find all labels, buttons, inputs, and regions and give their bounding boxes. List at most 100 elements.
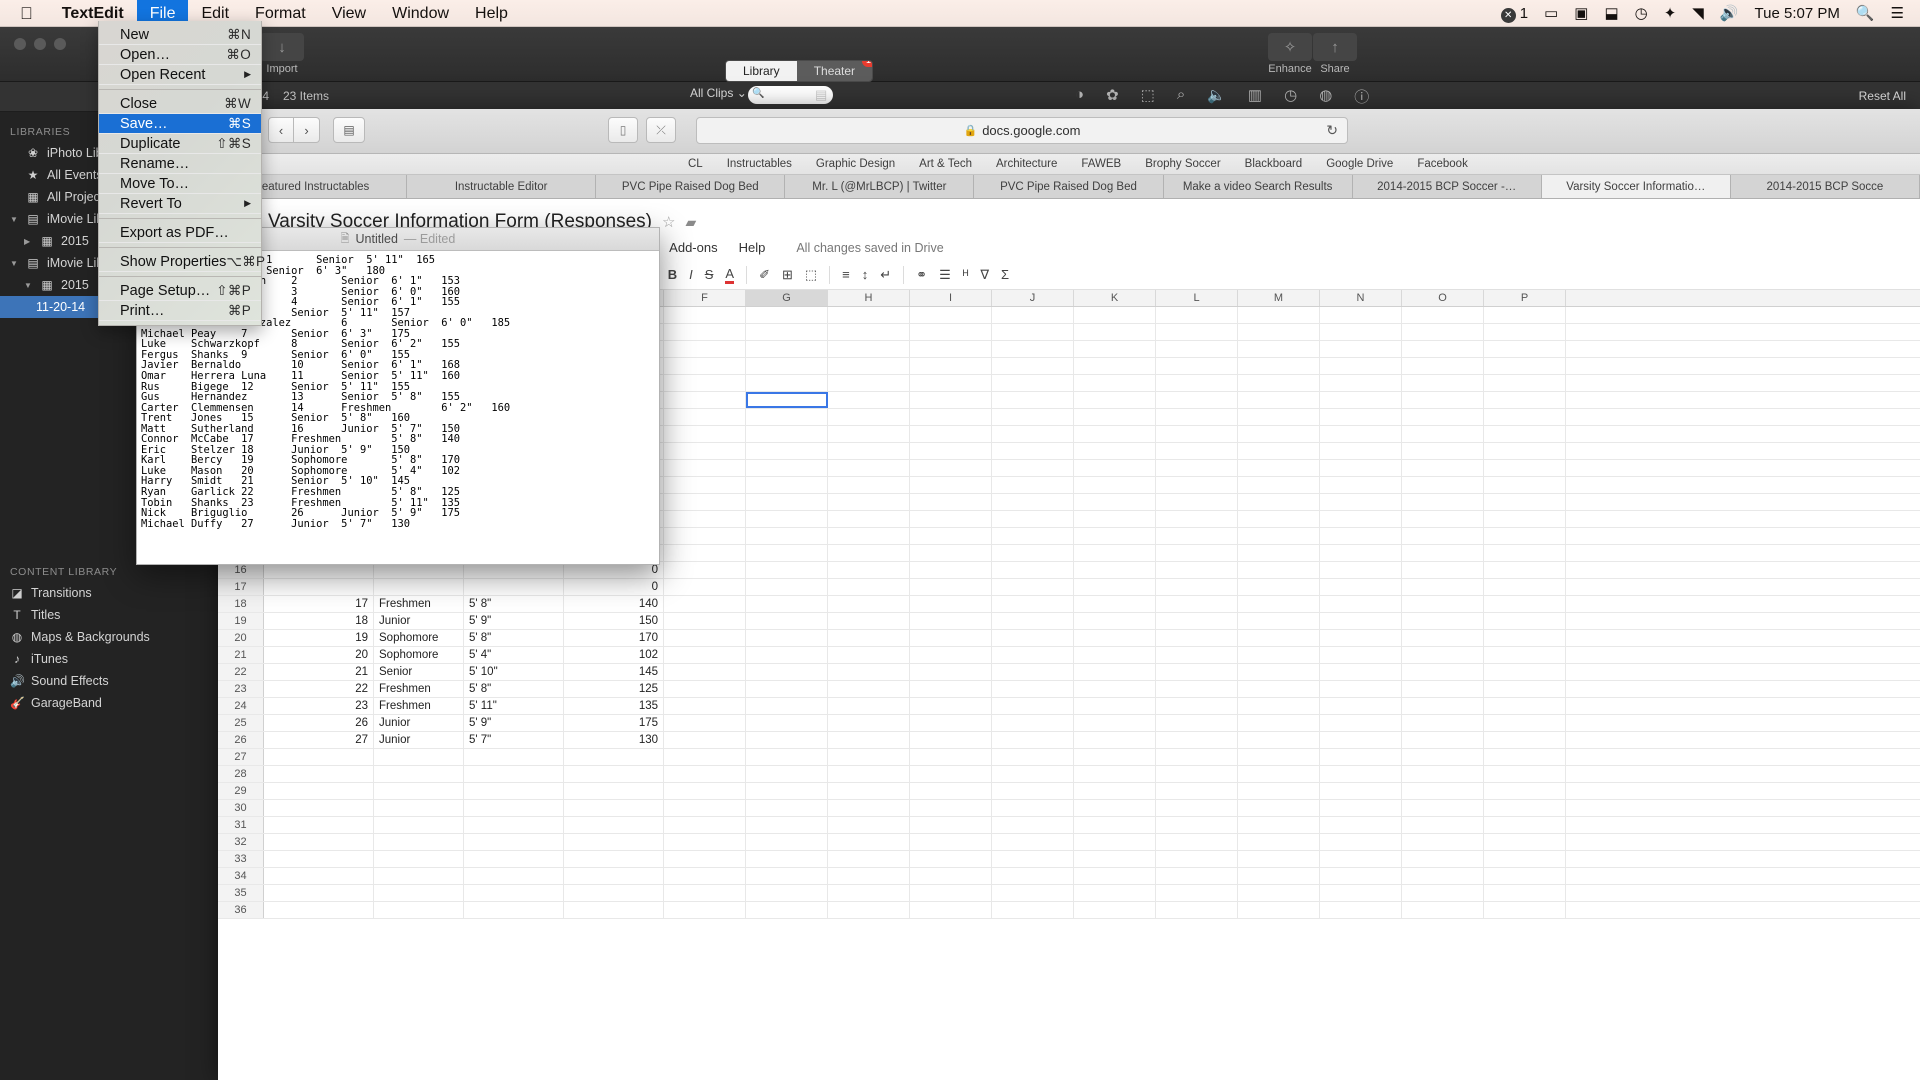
cell[interactable] [564,800,664,816]
cell[interactable] [1156,851,1238,867]
cell[interactable] [1402,647,1484,663]
cell[interactable] [664,545,746,561]
address-bar[interactable]: 🔒 docs.google.com ↻ [696,117,1348,144]
row-header-35[interactable]: 35 [218,885,264,901]
bookmark-architecture[interactable]: Architecture [996,158,1057,170]
cell[interactable] [828,324,910,340]
bookmark-faweb[interactable]: FAWEB [1081,158,1121,170]
cell[interactable] [1320,715,1402,731]
row-header-20[interactable]: 20 [218,630,264,646]
cell[interactable] [910,851,992,867]
cell[interactable] [828,545,910,561]
cell[interactable] [1074,613,1156,629]
cell[interactable] [910,477,992,493]
cell[interactable] [1156,885,1238,901]
cell[interactable] [264,834,374,850]
cell[interactable] [828,698,910,714]
table-row[interactable]: 18 17 Freshmen 5' 8" 140 [218,596,1920,613]
cell[interactable] [910,681,992,697]
row-header-25[interactable]: 25 [218,715,264,731]
cell[interactable] [664,715,746,731]
cell[interactable]: 5' 10" [464,664,564,680]
cell[interactable] [992,800,1074,816]
cell[interactable] [564,834,664,850]
table-row[interactable]: 35 [218,885,1920,902]
cell[interactable] [992,392,1074,408]
cell[interactable] [1074,324,1156,340]
cell[interactable] [264,749,374,765]
cell[interactable] [992,885,1074,901]
cell[interactable] [1156,664,1238,680]
cell[interactable] [1156,749,1238,765]
cell[interactable] [1238,664,1320,680]
row-header-29[interactable]: 29 [218,783,264,799]
cell[interactable] [1320,375,1402,391]
cell[interactable] [992,426,1074,442]
cell[interactable] [1074,443,1156,459]
cell[interactable] [1402,834,1484,850]
cell[interactable] [992,511,1074,527]
insert-comment-icon[interactable]: ☰ [939,267,951,283]
cell[interactable] [1156,783,1238,799]
cell[interactable] [1156,460,1238,476]
cell[interactable] [264,766,374,782]
file-menu-item-show-properties[interactable]: Show Properties ⌥⌘P [99,252,265,272]
row-header-26[interactable]: 26 [218,732,264,748]
cell[interactable] [1484,732,1566,748]
cell[interactable]: 5' 9" [464,715,564,731]
cell[interactable] [910,409,992,425]
cell[interactable] [1320,460,1402,476]
cell[interactable] [1156,766,1238,782]
cell[interactable] [664,426,746,442]
cell[interactable] [828,392,910,408]
cell[interactable] [910,375,992,391]
cell[interactable] [1320,596,1402,612]
cell[interactable]: Junior [374,715,464,731]
cell[interactable] [828,409,910,425]
dropbox-status-icon[interactable]: ✕ 1 [1493,0,1536,27]
cell[interactable] [1320,477,1402,493]
cell[interactable]: 130 [564,732,664,748]
cell[interactable] [828,307,910,323]
cell[interactable] [828,528,910,544]
window-traffic-lights[interactable] [14,38,66,50]
cell[interactable]: 18 [264,613,374,629]
cell[interactable] [910,783,992,799]
cell[interactable] [910,562,992,578]
cell[interactable] [664,902,746,918]
cell[interactable] [910,341,992,357]
cell[interactable] [1484,392,1566,408]
merge-cells-icon[interactable]: ⬚ [805,267,817,283]
cell[interactable] [746,477,828,493]
cell[interactable] [1402,392,1484,408]
file-menu-item-open-recent[interactable]: Open Recent ▶ [99,65,261,85]
bluetooth-icon[interactable]: ✦ [1656,0,1685,27]
cell[interactable] [746,443,828,459]
sidebar-item-transitions[interactable]: ◪ Transitions [0,582,218,604]
cell[interactable] [1156,868,1238,884]
cell[interactable] [1484,579,1566,595]
tab-theater[interactable]: Theater 14 [796,61,873,81]
cell[interactable] [1320,579,1402,595]
column-header-K[interactable]: K [1074,290,1156,306]
file-menu-item-page-setup[interactable]: Page Setup… ⇧⌘P [99,281,261,301]
cell[interactable] [374,902,464,918]
cell[interactable] [1238,868,1320,884]
cell[interactable] [1484,528,1566,544]
cell[interactable] [1074,528,1156,544]
color-balance-icon[interactable]: ◑ [1075,86,1084,107]
cell[interactable] [1156,681,1238,697]
cell[interactable] [1156,307,1238,323]
strikethrough-button[interactable]: S [705,267,714,282]
cell[interactable] [1156,562,1238,578]
cell[interactable] [1074,885,1156,901]
cell[interactable] [828,613,910,629]
cell[interactable] [828,800,910,816]
cell[interactable] [746,681,828,697]
cell[interactable] [1238,783,1320,799]
twisty-down-icon[interactable]: ▼ [24,281,33,290]
cell[interactable] [910,749,992,765]
cell[interactable] [910,511,992,527]
volume-icon[interactable]: 🔊 [1712,0,1747,27]
cell[interactable] [1074,341,1156,357]
